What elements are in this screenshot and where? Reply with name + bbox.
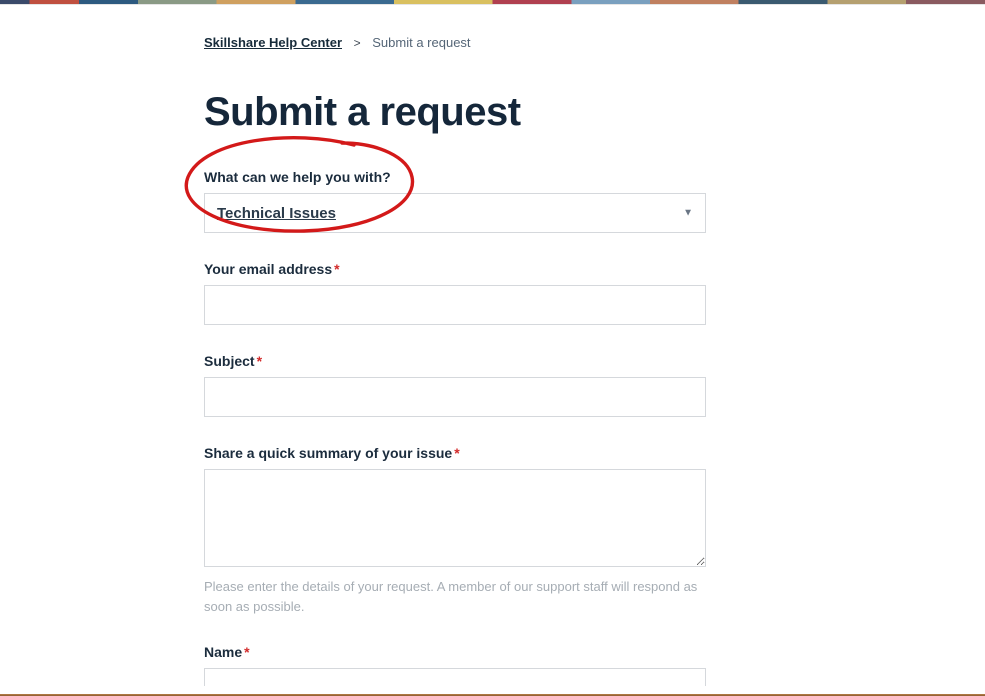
required-marker: * — [257, 353, 262, 369]
field-email: Your email address* — [204, 261, 706, 325]
required-marker: * — [334, 261, 339, 277]
email-label-text: Your email address — [204, 261, 332, 277]
page-root: Skillshare Help Center > Submit a reques… — [0, 0, 985, 696]
field-subject: Subject* — [204, 353, 706, 417]
main-container: Skillshare Help Center > Submit a reques… — [204, 5, 910, 688]
summary-textarea[interactable] — [204, 469, 706, 567]
field-summary: Share a quick summary of your issue* Ple… — [204, 445, 706, 616]
chevron-down-icon: ▼ — [683, 208, 693, 219]
breadcrumb-separator: > — [354, 36, 361, 50]
help-with-label: What can we help you with? — [204, 169, 706, 185]
page-title: Submit a request — [204, 90, 910, 135]
summary-label: Share a quick summary of your issue* — [204, 445, 706, 461]
subject-label-text: Subject — [204, 353, 255, 369]
breadcrumb-current: Submit a request — [372, 35, 470, 50]
email-input[interactable] — [204, 285, 706, 325]
breadcrumb-home-link[interactable]: Skillshare Help Center — [204, 35, 342, 50]
summary-label-text: Share a quick summary of your issue — [204, 445, 452, 461]
required-marker: * — [454, 445, 459, 461]
name-input[interactable] — [204, 668, 706, 686]
help-with-selected-value: Technical Issues — [217, 205, 336, 222]
decorative-bottom-border — [0, 694, 985, 696]
field-help-with: What can we help you with? Technical Iss… — [204, 169, 706, 233]
help-with-select[interactable]: Technical Issues ▼ — [204, 193, 706, 233]
email-label: Your email address* — [204, 261, 706, 277]
field-name: Name* — [204, 644, 706, 688]
subject-input[interactable] — [204, 377, 706, 417]
subject-label: Subject* — [204, 353, 706, 369]
breadcrumb: Skillshare Help Center > Submit a reques… — [204, 35, 910, 50]
summary-hint: Please enter the details of your request… — [204, 577, 706, 616]
